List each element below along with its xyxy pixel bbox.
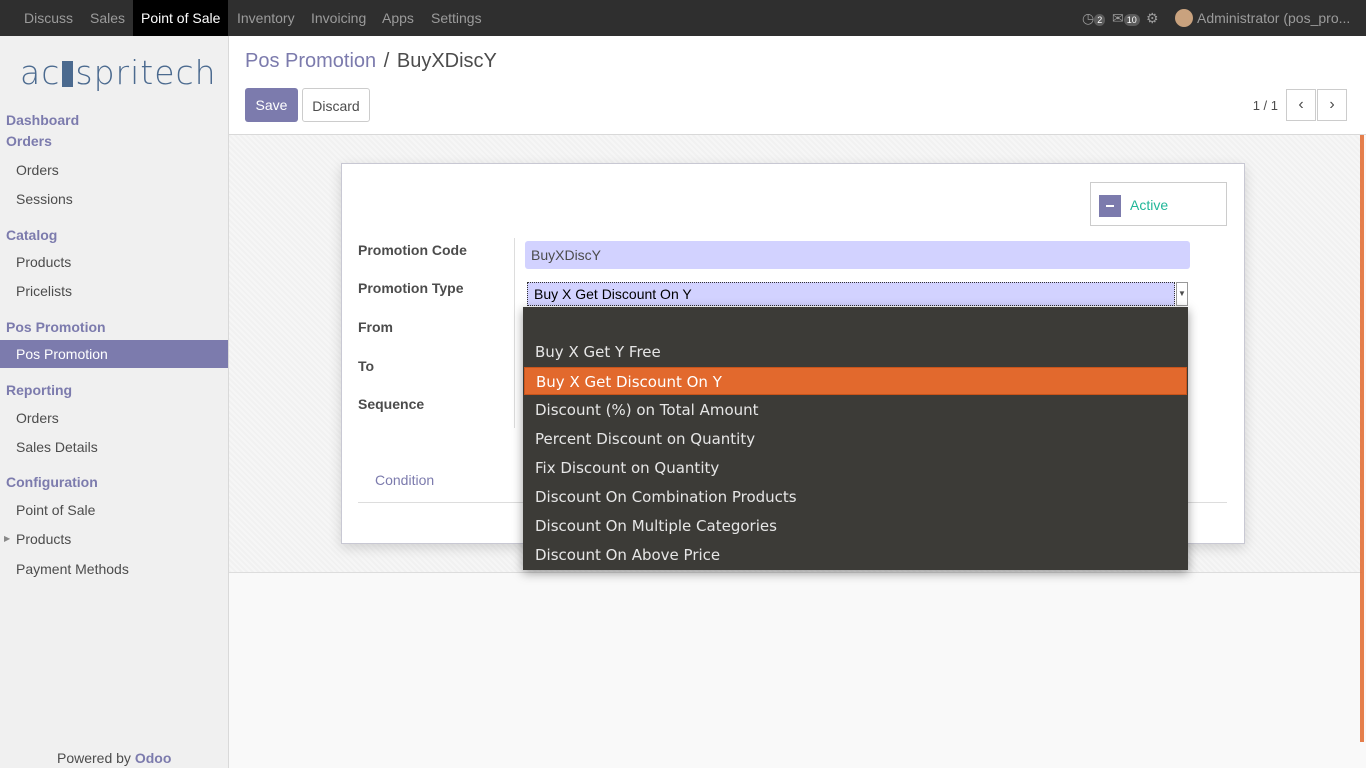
top-navbar: Discuss Sales Point of Sale Inventory In… [0,0,1366,36]
sidebar-section-reporting[interactable]: Reporting [6,382,72,398]
chevron-down-icon[interactable]: ▼ [1176,282,1188,306]
promotion-type-label: Promotion Type [358,280,464,296]
messaging-menu[interactable]: ✉ 10 [1112,0,1140,36]
option-discount-above-price[interactable]: Discount On Above Price [524,541,1187,569]
sequence-label: Sequence [358,396,425,412]
option-discount-multiple-categories[interactable]: Discount On Multiple Categories [524,512,1187,540]
sidebar-item-report-orders[interactable]: Orders [16,410,59,426]
sidebar-item-payment-methods[interactable]: Payment Methods [16,561,129,577]
sidebar-item-orders[interactable]: Orders [16,162,59,178]
clock-icon: ◷ [1082,10,1095,26]
sidebar-item-point-of-sale[interactable]: Point of Sale [16,502,95,518]
menu-apps[interactable]: Apps [382,0,414,36]
scrollbar[interactable] [1360,135,1364,742]
pager-value[interactable]: 1 / 1 [1253,98,1278,113]
sidebar-section-configuration[interactable]: Configuration [6,474,98,490]
promotion-code-label: Promotion Code [358,242,467,258]
option-discount-combination-products[interactable]: Discount On Combination Products [524,483,1187,511]
sidebar-item-products[interactable]: Products [16,254,71,270]
option-buy-x-get-y-free[interactable]: Buy X Get Y Free [524,338,1187,366]
breadcrumb: Pos Promotion / BuyXDiscY [245,50,497,73]
tab-condition[interactable]: Condition [375,472,434,488]
promotion-code-input[interactable]: BuyXDiscY [525,241,1190,269]
caret-right-icon: ▶ [4,534,11,543]
option-discount-total-amount[interactable]: Discount (%) on Total Amount [524,396,1187,424]
field-divider [514,238,515,428]
save-button[interactable]: Save [245,88,298,122]
sidebar-item-sales-details[interactable]: Sales Details [16,439,98,455]
sidebar-section-dashboard[interactable]: Dashboard [6,112,79,128]
option-percent-discount-quantity[interactable]: Percent Discount on Quantity [524,425,1187,453]
menu-invoicing[interactable]: Invoicing [311,0,366,36]
sidebar-item-config-products[interactable]: Products [16,531,71,547]
user-name: Administrator (pos_pro... [1197,10,1351,26]
avatar [1175,9,1193,27]
chevron-left-icon: ‹ [1298,96,1304,113]
promotion-type-dropdown: Buy X Get Y Free Buy X Get Discount On Y… [523,307,1188,570]
menu-discuss[interactable]: Discuss [24,0,73,36]
menu-inventory[interactable]: Inventory [237,0,295,36]
promotion-type-select[interactable]: Buy X Get Discount On Y [527,282,1175,306]
sidebar-section-orders[interactable]: Orders [6,133,52,149]
activity-badge: 2 [1094,14,1106,26]
sidebar-item-pricelists[interactable]: Pricelists [16,283,72,299]
sidebar: ac spritech Dashboard Orders Orders Sessi… [0,36,229,768]
control-panel: Pos Promotion / BuyXDiscY Save Discard 1… [229,36,1366,135]
active-toggle-button[interactable]: Active [1090,182,1227,226]
from-label: From [358,319,393,335]
chevron-right-icon: › [1329,96,1335,113]
powered-by: Powered by Odoo [57,750,172,766]
pager-next-button[interactable]: › [1317,89,1347,121]
menu-settings[interactable]: Settings [431,0,482,36]
company-logo: ac spritech [20,53,217,92]
user-menu[interactable]: Administrator (pos_pro... [1175,0,1350,36]
option-buy-x-get-discount-on-y[interactable]: Buy X Get Discount On Y [524,367,1187,395]
menu-sales[interactable]: Sales [90,0,125,36]
breadcrumb-current: BuyXDiscY [396,50,497,72]
discard-button[interactable]: Discard [302,88,370,122]
archive-icon [1099,195,1121,217]
pager-previous-button[interactable]: ‹ [1286,89,1316,121]
breadcrumb-parent[interactable]: Pos Promotion [245,50,376,72]
breadcrumb-separator: / [383,50,390,72]
active-label: Active [1130,197,1169,213]
sidebar-item-pos-promotion[interactable]: Pos Promotion [0,340,228,368]
activity-menu[interactable]: ◷ 2 [1082,0,1106,36]
messages-badge: 10 [1123,14,1140,26]
menu-point-of-sale[interactable]: Point of Sale [133,0,229,36]
option-fix-discount-quantity[interactable]: Fix Discount on Quantity [524,454,1187,482]
to-label: To [358,358,375,374]
chat-icon: ✉ [1112,10,1124,26]
sidebar-item-sessions[interactable]: Sessions [16,191,73,207]
sidebar-section-catalog[interactable]: Catalog [6,227,57,243]
debug-bug-icon[interactable]: ⚙ [1146,0,1159,36]
sidebar-section-pos-promotion[interactable]: Pos Promotion [6,319,106,335]
odoo-link[interactable]: Odoo [135,750,172,766]
